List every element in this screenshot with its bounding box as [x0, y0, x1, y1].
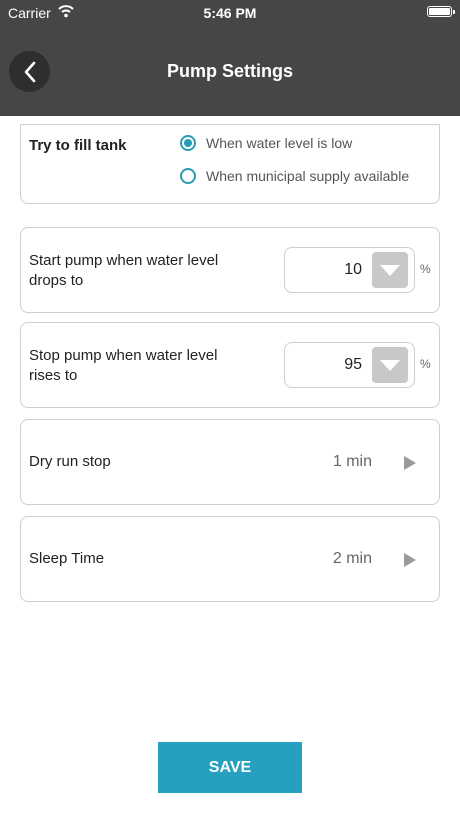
- dry-run-stop-row[interactable]: Dry run stop 1 min: [20, 419, 440, 505]
- start-level-select[interactable]: 10: [284, 247, 415, 293]
- dropdown-button[interactable]: [372, 252, 408, 288]
- play-arrow-icon[interactable]: [404, 456, 416, 470]
- chevron-down-icon: [380, 360, 400, 371]
- percent-unit: %: [420, 262, 431, 276]
- chevron-down-icon: [380, 265, 400, 276]
- sleep-time-row[interactable]: Sleep Time 2 min: [20, 516, 440, 602]
- radio-button-selected[interactable]: [180, 135, 196, 151]
- radio-label: When water level is low: [206, 135, 353, 151]
- start-level-value: 10: [344, 261, 362, 278]
- sleep-time-value: 2 min: [332, 550, 372, 567]
- start-pump-label: Start pump when water level drops to: [29, 252, 219, 289]
- app-header: Carrier 5:46 PM Pump Settings: [0, 0, 460, 116]
- save-button[interactable]: SAVE: [158, 742, 302, 793]
- radio-button[interactable]: [180, 168, 196, 184]
- dropdown-button[interactable]: [372, 347, 408, 383]
- status-time: 5:46 PM: [203, 5, 257, 21]
- radio-label: When municipal supply available: [206, 168, 410, 184]
- sleep-time-label: Sleep Time: [29, 550, 105, 567]
- radio-option-water-level-low[interactable]: When water level is low: [180, 135, 352, 151]
- status-bar: Carrier 5:46 PM: [0, 0, 460, 26]
- stop-level-value: 95: [344, 356, 362, 373]
- radio-option-municipal-supply[interactable]: When municipal supply available: [180, 168, 409, 184]
- percent-unit: %: [420, 357, 431, 371]
- dry-run-label: Dry run stop: [29, 453, 111, 470]
- page-title: Pump Settings: [166, 61, 293, 81]
- start-pump-card: Start pump when water level drops to 10 …: [20, 227, 440, 313]
- dry-run-value: 1 min: [332, 453, 372, 470]
- stop-pump-card: Stop pump when water level rises to 95 %: [20, 322, 440, 408]
- stop-level-select[interactable]: 95: [284, 342, 415, 388]
- fill-tank-label: Try to fill tank: [29, 137, 127, 154]
- fill-tank-card: Try to fill tank When water level is low…: [20, 124, 440, 204]
- battery-icon: [427, 6, 455, 17]
- play-arrow-icon[interactable]: [404, 553, 416, 567]
- stop-pump-label: Stop pump when water level rises to: [29, 347, 218, 384]
